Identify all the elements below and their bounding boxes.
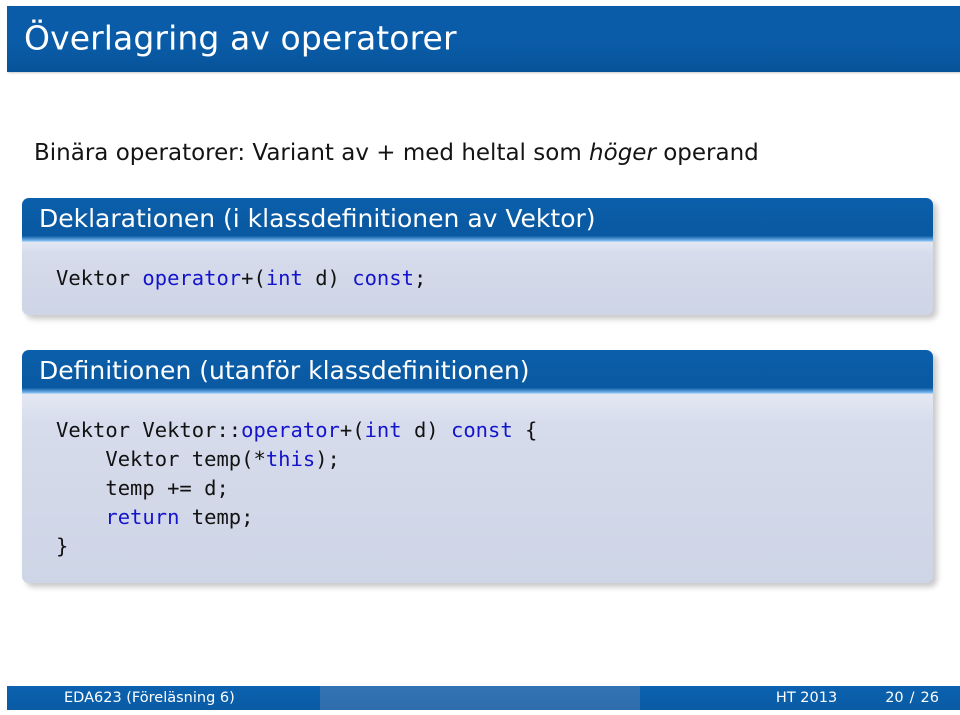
footer-spacer-segment <box>320 686 640 710</box>
code-keyword: int <box>265 265 303 290</box>
slide-subtitle: Binära operatorer: Variant av + med helt… <box>34 140 759 166</box>
code-text: ; <box>413 265 427 290</box>
code-text: temp; <box>179 504 254 529</box>
code-text: ); <box>315 446 340 471</box>
slide-footer: EDA623 (Föreläsning 6) HT 2013 20 / 26 <box>7 686 960 710</box>
code-text: Vektor temp(* <box>56 446 266 471</box>
code-text: d) <box>302 265 353 290</box>
footer-course-label: EDA623 (Föreläsning 6) <box>64 690 235 706</box>
footer-page-current: 20 <box>885 690 904 706</box>
code-line: temp += d; <box>56 474 933 503</box>
subtitle-emphasis: höger <box>589 140 656 166</box>
code-text: d) <box>401 417 451 442</box>
code-text: +( <box>241 265 266 290</box>
code-line: } <box>56 532 933 561</box>
code-keyword: this <box>265 446 316 471</box>
footer-page-separator: / <box>909 690 915 706</box>
code-line: Vektor Vektor::operator+(int d) const { <box>56 416 933 445</box>
block-definition: Definitionen (utanför klassdefinitionen)… <box>22 350 933 584</box>
code-text: Vektor Vektor:: <box>56 417 242 442</box>
page-title: Överlagring av operatorer <box>24 18 457 58</box>
code-keyword: const <box>450 417 513 442</box>
code-line: return temp; <box>56 503 933 532</box>
block-definition-title: Definitionen (utanför klassdefinitionen) <box>22 350 933 394</box>
footer-term-label: HT 2013 <box>775 690 838 706</box>
code-line: Vektor operator+(int d) const; <box>56 264 933 293</box>
code-snippet-definition: Vektor Vektor::operator+(int d) const { … <box>56 416 933 562</box>
code-line: Vektor temp(*this); <box>56 445 933 474</box>
code-keyword: return <box>105 504 180 529</box>
code-keyword: int <box>364 417 402 442</box>
code-text: temp += d; <box>56 475 229 500</box>
code-text: +( <box>339 417 365 442</box>
subtitle-text-after: operand <box>655 140 759 166</box>
code-keyword: operator <box>241 417 340 442</box>
footer-meta-segment: HT 2013 20 / 26 <box>640 686 960 710</box>
code-keyword: const <box>352 265 414 290</box>
footer-course-segment: EDA623 (Föreläsning 6) <box>7 686 320 710</box>
code-snippet-declaration: Vektor operator+(int d) const; <box>56 264 933 293</box>
code-text: { <box>512 417 538 442</box>
footer-page-total: 26 <box>920 690 939 706</box>
code-keyword: operator <box>142 265 242 290</box>
slide-title-bar: Överlagring av operatorer <box>7 6 960 72</box>
block-definition-body: Vektor Vektor::operator+(int d) const { … <box>22 393 933 584</box>
block-declaration: Deklarationen (i klassdefinitionen av Ve… <box>22 198 933 315</box>
subtitle-text-before: Binära operatorer: Variant av + med helt… <box>34 140 590 166</box>
code-text: Vektor <box>56 265 143 290</box>
block-declaration-title: Deklarationen (i klassdefinitionen av Ve… <box>22 198 933 242</box>
block-declaration-body: Vektor operator+(int d) const; <box>22 241 933 315</box>
code-text: } <box>56 533 69 558</box>
